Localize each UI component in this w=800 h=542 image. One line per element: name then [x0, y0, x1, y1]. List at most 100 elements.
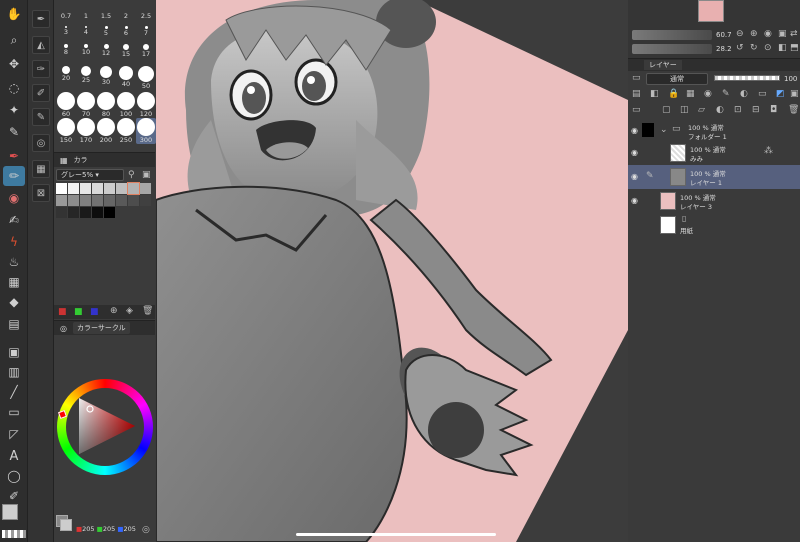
drop-icon[interactable]: ◈	[126, 306, 133, 316]
zoom-icon[interactable]: ⌕	[3, 30, 25, 50]
eye-icon[interactable]: ◉	[631, 196, 641, 205]
brush-size-item[interactable]: 250	[116, 118, 136, 144]
brush-size-item[interactable]: 15	[116, 44, 136, 58]
brush-size-item[interactable]: 8	[56, 44, 76, 56]
color-swatch[interactable]	[68, 195, 79, 206]
canvas-scrollbar[interactable]	[296, 533, 496, 536]
combine-icon[interactable]: ⊟	[752, 105, 760, 115]
brush-size-item[interactable]: 200	[96, 118, 116, 144]
layer-row-selected[interactable]: ◉ ✎ 100 % 通常 レイヤー 1	[628, 165, 800, 189]
brush-size-item[interactable]: 0.7	[56, 12, 76, 20]
brush-size-item[interactable]: 25	[76, 66, 96, 84]
search-icon[interactable]: ⚲	[128, 170, 135, 180]
lock-icon[interactable]: 🔒	[668, 89, 679, 99]
color-swatch[interactable]	[68, 183, 79, 194]
actual-size-icon[interactable]: ▣	[778, 29, 787, 39]
zoom-out-icon[interactable]: ⊖	[736, 29, 744, 39]
green-dot-icon[interactable]: ■	[74, 307, 83, 317]
brush-size-item[interactable]: 4	[76, 26, 96, 36]
color-swatch[interactable]	[56, 207, 67, 218]
move-icon[interactable]: ✥	[3, 54, 25, 74]
pencil-icon[interactable]: ✏	[3, 166, 25, 186]
trash-icon[interactable]: 🗑	[142, 306, 153, 316]
hand-icon[interactable]: ✋	[3, 4, 25, 24]
subtool-turnip-icon[interactable]: ✎	[32, 108, 50, 126]
brush-size-item[interactable]: 170	[76, 118, 96, 144]
color-swatch[interactable]	[116, 183, 127, 194]
layer-row-folder[interactable]: ◉ ⌄ ▭ 100 % 通常 フォルダー 1	[628, 119, 800, 143]
mask-icon[interactable]: ◉	[704, 89, 712, 99]
subtool-marker-icon[interactable]: ✐	[32, 84, 50, 102]
zoom-in-icon[interactable]: ⊕	[750, 29, 758, 39]
brush-size-item[interactable]: 40	[116, 66, 136, 88]
color-swatch[interactable]	[116, 195, 127, 206]
new-folder-icon[interactable]: ▱	[698, 105, 705, 115]
reset-rotation-icon[interactable]: ⊙	[764, 43, 772, 53]
layer-color-icon[interactable]: ◩	[776, 89, 785, 99]
figure-line-icon[interactable]: ╱	[3, 382, 25, 402]
color-swatch[interactable]	[140, 183, 151, 194]
grid-icon[interactable]: ▤	[3, 314, 25, 334]
add-icon[interactable]: ⊕	[110, 306, 118, 316]
eraser-icon[interactable]: ◆	[3, 292, 25, 312]
brush-size-item[interactable]: 6	[116, 26, 136, 37]
color-swatch[interactable]	[80, 195, 91, 206]
ruler-show-icon[interactable]: ▭	[758, 89, 767, 99]
color-set-tab-icon[interactable]: ▦	[60, 156, 68, 165]
brush-size-item[interactable]: 70	[76, 92, 96, 118]
draft-icon[interactable]: ✎	[722, 89, 730, 99]
color-circle-tab-icon[interactable]: ◎	[60, 324, 67, 333]
ruler-icon[interactable]: ◸	[3, 424, 25, 444]
brush-size-item[interactable]: 60	[56, 92, 76, 118]
subtool-mapping-icon[interactable]: ◭	[32, 36, 50, 54]
color-swatch[interactable]	[56, 183, 67, 194]
blend-mode-select[interactable]: 通常	[646, 73, 708, 85]
eye-icon[interactable]: ◉	[631, 148, 641, 157]
brush-size-item[interactable]: 30	[96, 66, 116, 86]
frame-icon[interactable]: ▭	[3, 402, 25, 422]
color-swatch[interactable]	[104, 195, 115, 206]
hue-ring[interactable]	[57, 379, 153, 475]
brush-size-item[interactable]: 80	[96, 92, 116, 118]
brush-size-item[interactable]: 10	[76, 44, 96, 56]
main-color-swatch[interactable]	[2, 504, 18, 520]
subtool-settings-icon[interactable]: ◎	[32, 134, 50, 152]
brush-size-item[interactable]: 1	[76, 12, 96, 20]
new-correction-icon[interactable]: ◐	[716, 105, 724, 115]
flip-vertical-icon[interactable]: ⬒	[790, 43, 799, 53]
brush-icon[interactable]: ◉	[3, 188, 25, 208]
color-swatch[interactable]	[92, 195, 103, 206]
blend-icon[interactable]: ♨	[3, 252, 25, 272]
brush-size-item[interactable]: 50	[136, 66, 156, 90]
magic-wand-icon[interactable]: ✦	[3, 100, 25, 120]
brush-size-item[interactable]: 5	[96, 26, 116, 37]
transfer-icon[interactable]: ⊡	[734, 105, 742, 115]
color-swatch[interactable]	[128, 195, 139, 206]
rotate-right-icon[interactable]: ↻	[750, 43, 758, 53]
brush-size-item[interactable]: 2	[116, 12, 136, 20]
layer-row[interactable]: ◉ 100 % 通常 レイヤー 3	[628, 189, 800, 213]
flip-icon[interactable]: ⇄	[790, 29, 798, 39]
saturation-triangle[interactable]	[77, 396, 137, 456]
sub-color-indicator[interactable]	[60, 519, 72, 531]
balloon-icon[interactable]: ◯	[3, 466, 25, 486]
subtool-gpen-icon[interactable]: ✑	[32, 60, 50, 78]
color-swatch[interactable]	[56, 195, 67, 206]
rotation-slider[interactable]	[632, 44, 712, 54]
gradient-icon[interactable]: ▥	[3, 362, 25, 382]
new-raster-icon[interactable]: ▢	[662, 105, 671, 115]
drawing-canvas[interactable]	[156, 0, 628, 542]
lock-transparent-icon[interactable]: ▦	[686, 89, 695, 99]
text-icon[interactable]: A	[3, 446, 25, 466]
lock-layer-icon[interactable]: ▣	[790, 89, 799, 99]
red-dot-icon[interactable]: ■	[58, 307, 67, 317]
fit-icon[interactable]: ◉	[764, 29, 772, 39]
color-circle-tab[interactable]: カラーサークル	[72, 322, 130, 334]
brush-size-item[interactable]: 100	[116, 92, 136, 118]
panel-menu-icon[interactable]: ▭	[632, 105, 641, 115]
flip-horizontal-icon[interactable]: ◧	[778, 43, 787, 53]
subtool-palette-icon[interactable]: ▦	[32, 160, 50, 178]
brush-size-item[interactable]: 150	[56, 118, 76, 144]
brush-size-item[interactable]: 1.5	[96, 12, 116, 20]
transparent-color-swatch[interactable]	[2, 530, 26, 538]
